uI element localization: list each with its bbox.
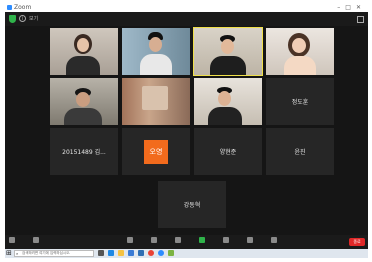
chat-button[interactable] <box>175 237 181 243</box>
participant-tile[interactable] <box>266 28 334 75</box>
participant-name: 강동혁 <box>183 202 201 209</box>
view-button[interactable]: 보기 <box>29 12 38 26</box>
participant-tile[interactable] <box>50 78 118 125</box>
participant-name: 양현준 <box>219 149 237 156</box>
windows-taskbar: ⊞ ⌕ 검색하려면 여기에 입력하십시오. <box>5 249 368 258</box>
meeting-top-bar: i 보기 <box>5 12 368 26</box>
share-screen-button[interactable] <box>199 237 205 243</box>
participant-tile[interactable]: 정도훈 <box>266 78 334 125</box>
end-meeting-button[interactable]: 종료 <box>349 238 365 246</box>
security-shield-icon[interactable] <box>9 15 16 23</box>
zoom-app-icon <box>7 5 12 10</box>
zoom-taskbar-icon[interactable] <box>158 250 164 256</box>
meeting-toolbar: 종료 <box>5 235 368 249</box>
app-icon[interactable] <box>168 250 174 256</box>
fullscreen-icon[interactable] <box>357 16 364 23</box>
participants-button[interactable] <box>151 237 157 243</box>
participant-tile[interactable]: 20151489 김... <box>50 128 118 175</box>
participant-tile[interactable] <box>122 78 190 125</box>
edge-icon[interactable] <box>108 250 114 256</box>
participant-tile[interactable]: 강동혁 <box>158 181 226 228</box>
reactions-button[interactable] <box>271 237 277 243</box>
window-title: Zoom <box>14 4 32 11</box>
search-icon: ⌕ <box>16 251 19 256</box>
participant-tile-active-speaker[interactable] <box>193 27 263 76</box>
title-bar: Zoom –□✕ <box>5 3 368 12</box>
search-placeholder: 검색하려면 여기에 입력하십시오. <box>22 251 71 255</box>
participant-tile[interactable]: 양현준 <box>194 128 262 175</box>
taskbar-search-input[interactable]: ⌕ 검색하려면 여기에 입력하십시오. <box>14 250 94 257</box>
participant-name: 정도훈 <box>291 99 309 106</box>
participant-tile[interactable] <box>122 28 190 75</box>
info-icon[interactable]: i <box>19 15 26 22</box>
participant-tile[interactable] <box>50 28 118 75</box>
participant-avatar: 오영 <box>144 139 168 164</box>
task-view-icon[interactable] <box>98 250 104 256</box>
breakout-rooms-button[interactable] <box>247 237 253 243</box>
participant-name: 20151489 김... <box>62 149 106 156</box>
participant-tile[interactable]: 오영 <box>122 128 190 175</box>
participant-tile[interactable] <box>194 78 262 125</box>
file-explorer-icon[interactable] <box>118 250 124 256</box>
stop-video-button[interactable] <box>33 237 39 243</box>
start-menu-icon[interactable]: ⊞ <box>6 250 13 257</box>
mail-icon[interactable] <box>138 250 144 256</box>
zoom-window: Zoom –□✕ i 보기 정도훈 20151489 김... 오영 양현준 윤… <box>5 3 368 258</box>
window-controls[interactable]: –□✕ <box>337 3 366 12</box>
mute-button[interactable] <box>9 237 15 243</box>
security-button[interactable] <box>127 237 133 243</box>
participant-name: 오영 <box>149 147 163 156</box>
participant-name: 윤진 <box>294 149 306 156</box>
participant-tile[interactable]: 윤진 <box>266 128 334 175</box>
store-icon[interactable] <box>128 250 134 256</box>
record-button[interactable] <box>223 237 229 243</box>
chrome-icon[interactable] <box>148 250 154 256</box>
